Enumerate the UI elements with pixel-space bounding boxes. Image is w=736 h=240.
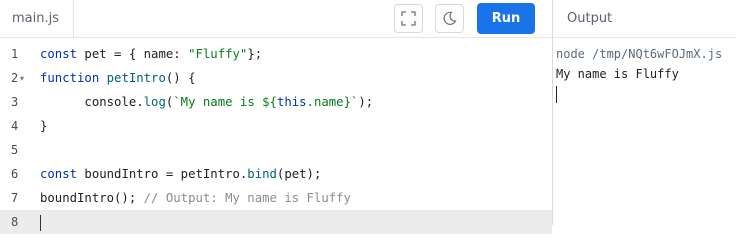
line-number: 3	[11, 95, 19, 109]
code-token: (pet);	[276, 167, 322, 181]
fold-toggle-icon[interactable]: ▾	[20, 74, 24, 83]
code-line[interactable]: 6 const boundIntro = petIntro.bind(pet);	[0, 162, 552, 186]
code-text: const pet = { name: "Fluffy"};	[40, 42, 262, 66]
code-text: function petIntro() {	[40, 66, 196, 90]
editor-toolbar: main.js Run	[0, 0, 552, 38]
code-token: boundIntro();	[40, 191, 144, 205]
code-line[interactable]: 3 console.log(`My name is ${this.name}`)…	[0, 90, 552, 114]
code-token: );	[358, 95, 374, 109]
code-token: function	[40, 71, 107, 85]
code-token: console.	[40, 95, 144, 109]
output-cursor	[556, 86, 557, 103]
code-text: }	[40, 114, 47, 138]
editor-pane: main.js Run 1 const pet = { name: "Fluffy…	[0, 0, 552, 234]
code-line[interactable]: 1 const pet = { name: "Fluffy"};	[0, 42, 552, 66]
run-button[interactable]: Run	[477, 3, 535, 34]
output-header: Output	[553, 0, 736, 38]
code-text	[40, 210, 41, 234]
code-token: this	[276, 95, 307, 109]
theme-toggle-button[interactable]	[435, 4, 464, 33]
output-pane: Output node /tmp/NQt6wFOJmX.js My name i…	[553, 0, 736, 225]
code-line[interactable]: 2 ▾ function petIntro() {	[0, 66, 552, 90]
line-number: 8	[11, 215, 19, 229]
theme-toggle-icon	[443, 11, 457, 25]
fullscreen-icon	[401, 11, 416, 26]
fullscreen-button[interactable]	[394, 4, 423, 33]
code-text: console.log(`My name is ${this.name}`);	[40, 90, 373, 114]
code-text: boundIntro(); // Output: My name is Fluf…	[40, 186, 351, 210]
file-tab-main-js[interactable]: main.js	[0, 0, 74, 37]
code-line[interactable]: 8	[0, 210, 552, 234]
output-command: node /tmp/NQt6wFOJmX.js	[556, 47, 723, 61]
code-token: bind	[247, 167, 277, 181]
line-number: 7	[11, 191, 19, 205]
line-number: 5	[11, 143, 19, 157]
code-token: `My name is ${	[173, 95, 277, 109]
code-token: boundIntro = petIntro.	[84, 167, 248, 181]
line-number: 2	[11, 71, 19, 85]
line-number: 6	[11, 167, 19, 181]
code-editor[interactable]: 1 const pet = { name: "Fluffy"}; 2 ▾ functio…	[0, 42, 552, 234]
code-token: }	[40, 119, 48, 133]
code-token: pet = { name:	[84, 47, 189, 61]
code-token: "Fluffy"	[188, 47, 248, 61]
line-number: 4	[11, 119, 19, 133]
code-token: () {	[165, 71, 196, 85]
code-token: const	[40, 167, 85, 181]
code-token: };	[247, 47, 263, 61]
code-text: const boundIntro = petIntro.bind(pet);	[40, 162, 321, 186]
output-console[interactable]: node /tmp/NQt6wFOJmX.js My name is Fluff…	[553, 38, 736, 103]
output-result: My name is Fluffy	[556, 67, 679, 81]
line-number: 1	[11, 47, 19, 61]
code-token: petIntro	[106, 71, 166, 85]
code-token: // Output: My name is Fluffy	[143, 191, 351, 205]
code-line[interactable]: 7 boundIntro(); // Output: My name is Flu…	[0, 186, 552, 210]
code-token: log	[143, 95, 166, 109]
code-line[interactable]: 5	[0, 138, 552, 162]
code-token: .name}`	[306, 95, 359, 109]
code-line[interactable]: 4}	[0, 114, 552, 138]
text-cursor	[40, 214, 41, 231]
code-token: const	[40, 47, 85, 61]
